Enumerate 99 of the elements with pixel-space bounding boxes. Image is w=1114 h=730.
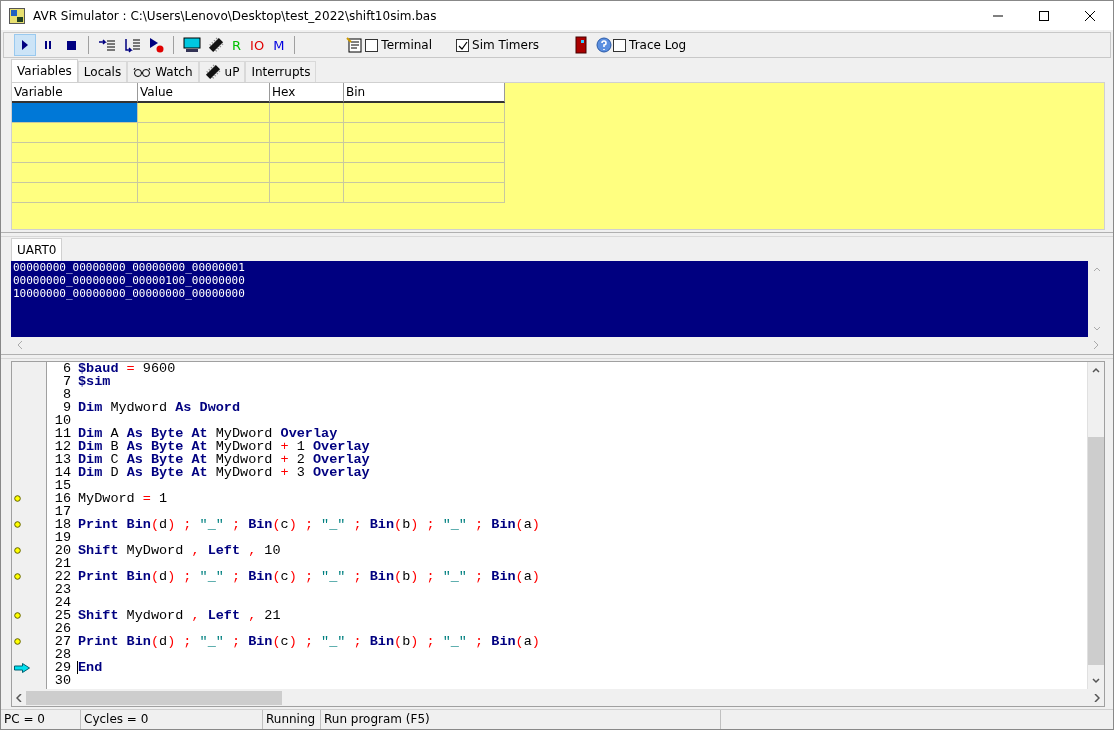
door-icon[interactable] — [575, 36, 588, 54]
checkbox-label[interactable]: Sim Timers — [472, 38, 540, 52]
line-number: 15 — [53, 479, 72, 492]
tab[interactable]: Watch — [127, 61, 199, 82]
play-icon — [21, 40, 29, 50]
breakpoint-dot-icon[interactable] — [14, 638, 21, 645]
code-line[interactable]: Dim D As Byte At MyDword + 3 Overlay — [77, 466, 370, 479]
line-number: 30 — [53, 674, 72, 687]
line-number: 12 — [53, 440, 72, 453]
table-cell[interactable] — [12, 123, 138, 143]
terminal-icon[interactable] — [346, 36, 365, 54]
code-line[interactable]: Dim B As Byte At MyDword + 1 Overlay — [77, 440, 370, 453]
maximize-icon[interactable] — [1039, 10, 1049, 21]
code-line[interactable]: Shift Mydword , Left , 21 — [77, 609, 281, 622]
scroll-down-icon[interactable] — [1092, 678, 1100, 684]
code-line[interactable]: Print Bin(d) ; "_" ; Bin(c) ; "_" ; Bin(b) ; "_" ; Bin(a) — [77, 570, 540, 583]
line-number: 10 — [53, 414, 72, 427]
line-number: 29 — [53, 661, 72, 674]
line-number: 7 — [61, 375, 72, 388]
chip-icon — [204, 64, 221, 80]
code-line[interactable]: MyDword = 1 — [77, 492, 168, 505]
line-number: 13 — [53, 453, 72, 466]
output-line: 00000000_00000000_00000000_00000001 — [13, 261, 245, 274]
lcd-icon[interactable] — [183, 37, 201, 53]
register-button[interactable]: IO — [246, 34, 269, 56]
breakpoint-dot-icon[interactable] — [14, 495, 21, 502]
window-title: AVR Simulator : C:\Users\Lenovo\Desktop\test_2022\shift10sim.bas — [33, 8, 437, 23]
breakpoint-dot-icon[interactable] — [14, 573, 21, 580]
tab[interactable]: Variables — [11, 59, 78, 82]
checkbox[interactable] — [613, 38, 627, 52]
tab[interactable]: UART0 — [11, 238, 63, 261]
line-number: 18 — [53, 518, 72, 531]
line-number: 28 — [53, 648, 72, 661]
table-cell[interactable] — [12, 143, 138, 163]
register-button[interactable]: M — [269, 34, 289, 56]
close-icon[interactable] — [1085, 10, 1095, 21]
status-text: Run program (F5) — [321, 710, 721, 729]
code-line[interactable]: Dim A As Byte At MyDword Overlay — [77, 427, 338, 440]
run-button[interactable] — [14, 34, 36, 56]
code-line[interactable]: Print Bin(d) ; "_" ; Bin(c) ; "_" ; Bin(b) ; "_" ; Bin(a) — [77, 518, 540, 531]
code-line[interactable]: Print Bin(d) ; "_" ; Bin(c) ; "_" ; Bin(b) ; "_" ; Bin(a) — [77, 635, 540, 648]
code-line[interactable]: $sim — [77, 375, 111, 388]
help-icon[interactable] — [596, 37, 613, 53]
scrollbar[interactable] — [12, 689, 1104, 706]
checkbox-label[interactable]: Terminal — [381, 38, 433, 52]
breakpoint-dot-icon[interactable] — [14, 547, 21, 554]
breakpoint-dot-icon[interactable] — [14, 521, 21, 528]
pause-icon[interactable] — [44, 40, 52, 50]
status-text: Cycles = 0 — [81, 710, 263, 729]
line-number: 26 — [53, 622, 72, 635]
scroll-right-icon[interactable] — [1094, 693, 1100, 702]
app-icon — [9, 7, 25, 24]
tab[interactable]: Interrupts — [245, 61, 317, 82]
code-line[interactable]: End — [77, 661, 103, 674]
line-number: 19 — [53, 531, 72, 544]
line-number: 8 — [61, 388, 72, 401]
line-number: 16 — [53, 492, 72, 505]
line-number: 25 — [53, 609, 72, 622]
column-header[interactable]: Bin — [344, 83, 505, 103]
stop-icon[interactable] — [66, 40, 76, 50]
output-line: 10000000_00000000_00000000_00000000 — [13, 287, 245, 300]
line-number: 23 — [53, 583, 72, 596]
column-header[interactable]: Value — [138, 83, 270, 103]
scrollbar[interactable] — [1087, 362, 1104, 689]
tab[interactable]: Locals — [77, 61, 128, 82]
step-into-icon[interactable] — [98, 38, 116, 52]
code-line[interactable]: Dim Mydword As Dword — [77, 401, 241, 414]
status-text: PC = 0 — [1, 710, 81, 729]
table-cell[interactable] — [12, 183, 138, 203]
glasses-icon — [133, 67, 152, 77]
line-number: 27 — [53, 635, 72, 648]
scroll-up-icon[interactable] — [1092, 367, 1100, 373]
chip-icon[interactable] — [208, 37, 224, 53]
column-header[interactable]: Hex — [270, 83, 344, 103]
line-number: 20 — [53, 544, 72, 557]
line-number: 9 — [61, 401, 72, 414]
table-cell[interactable] — [12, 103, 138, 123]
checkbox-label[interactable]: Trace Log — [629, 38, 687, 52]
line-number: 11 — [53, 427, 72, 440]
tab[interactable]: uP — [198, 61, 246, 82]
breakpoint-dot-icon[interactable] — [14, 612, 21, 619]
scroll-left-icon[interactable] — [16, 693, 22, 702]
line-number: 17 — [53, 505, 72, 518]
output-line: 00000000_00000000_00000100_00000000 — [13, 274, 245, 287]
code-line[interactable]: Dim C As Byte At Mydword + 2 Overlay — [77, 453, 370, 466]
run-to-breakpoint-icon[interactable] — [148, 37, 164, 53]
line-number: 21 — [53, 557, 72, 570]
checkbox[interactable] — [456, 38, 470, 52]
line-number: 6 — [61, 362, 72, 375]
line-number: 22 — [53, 570, 72, 583]
line-number: 24 — [53, 596, 72, 609]
code-line[interactable]: $baud = 9600 — [77, 362, 176, 375]
line-number: 14 — [53, 466, 72, 479]
step-over-icon[interactable] — [123, 37, 141, 53]
code-line[interactable]: Shift MyDword , Left , 10 — [77, 544, 281, 557]
arrow-icon — [14, 662, 30, 673]
status-text: Running — [263, 710, 321, 729]
table-cell[interactable] — [12, 163, 138, 183]
checkbox[interactable] — [365, 38, 379, 52]
